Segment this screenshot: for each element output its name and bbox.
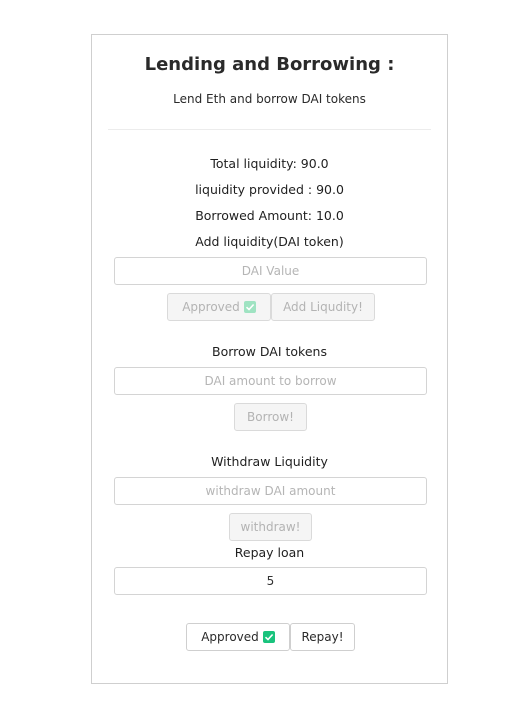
repay-amount-input[interactable] <box>114 567 427 595</box>
borrow-heading: Borrow DAI tokens <box>212 344 327 359</box>
borrowed-amount-text: Borrowed Amount: 10.0 <box>195 208 344 223</box>
add-liquidity-heading: Add liquidity(DAI token) <box>195 234 344 249</box>
check-icon <box>243 301 256 313</box>
borrow-amount-input[interactable] <box>114 367 427 395</box>
approved-label: Approved <box>201 630 259 644</box>
page-subtitle: Lend Eth and borrow DAI tokens <box>173 92 366 106</box>
page-title: Lending and Borrowing : <box>144 54 395 75</box>
repay-approved-button[interactable]: Approved <box>186 623 290 651</box>
liquidity-provided-text: liquidity provided : 90.0 <box>195 182 344 197</box>
add-liquidity-button[interactable]: Add Liqudity! <box>271 293 375 321</box>
approved-label: Approved <box>182 300 240 314</box>
repay-heading: Repay loan <box>234 545 305 560</box>
withdraw-amount-input[interactable] <box>114 477 427 505</box>
dai-value-input[interactable] <box>114 257 427 285</box>
add-liquidity-approved-button[interactable]: Approved <box>167 293 271 321</box>
total-liquidity-text: Total liquidity: 90.0 <box>210 156 329 171</box>
lending-card: Lending and Borrowing : Lend Eth and bor… <box>91 34 448 684</box>
check-icon <box>262 631 275 643</box>
withdraw-heading: Withdraw Liquidity <box>211 454 328 469</box>
borrow-button[interactable]: Borrow! <box>234 403 307 431</box>
withdraw-button[interactable]: withdraw! <box>229 513 312 541</box>
repay-button[interactable]: Repay! <box>290 623 355 651</box>
divider <box>108 129 431 130</box>
